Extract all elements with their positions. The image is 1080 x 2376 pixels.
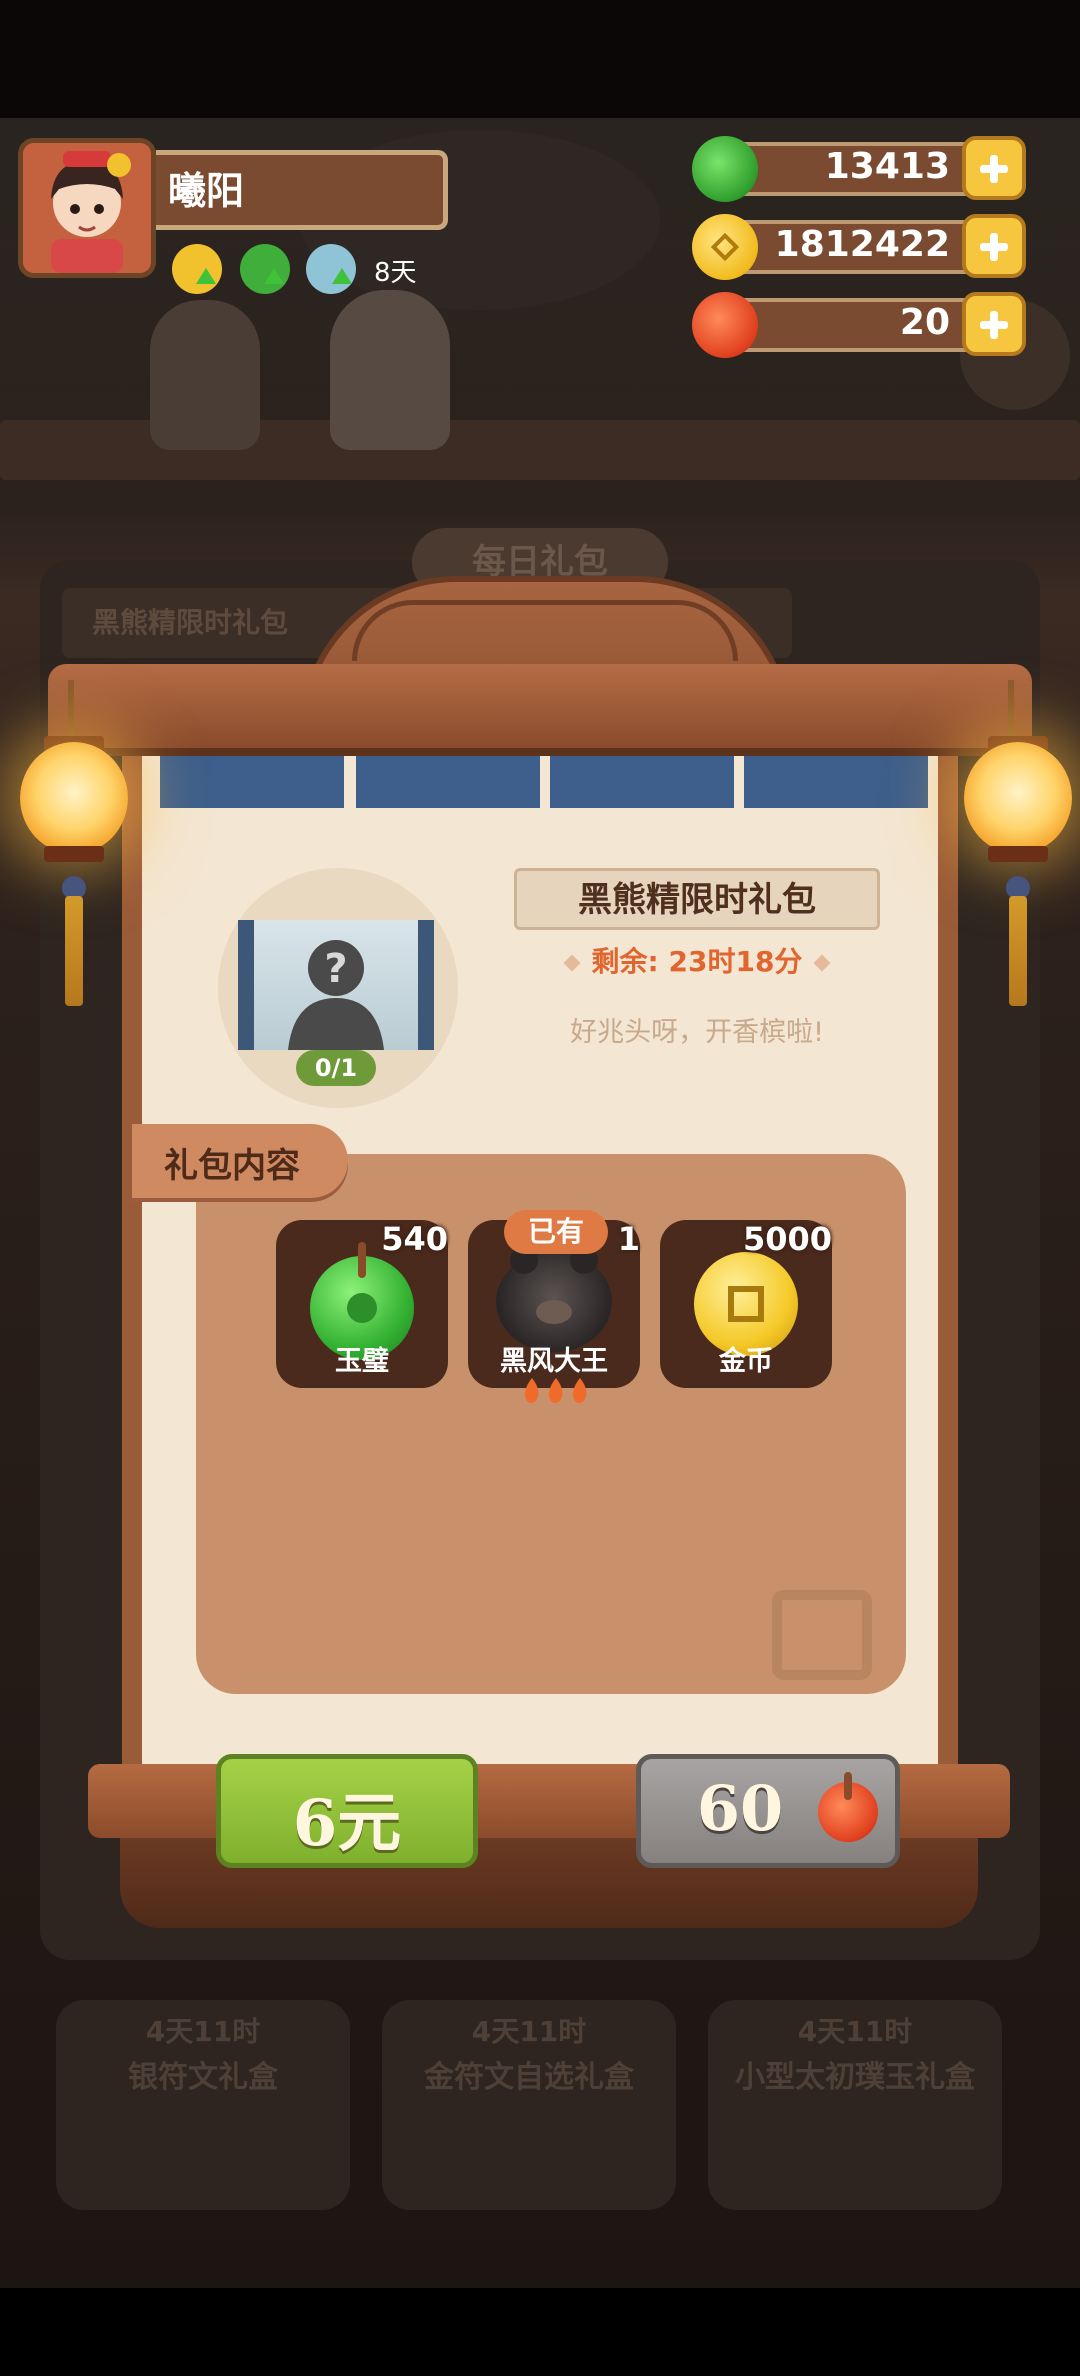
item-gold-coin[interactable]: 5000 金币 — [660, 1220, 832, 1388]
bg-shop-card: 4天11时 小型太初璞玉礼盒 — [708, 2000, 1002, 2210]
item-label: 黑风大王 — [500, 1346, 608, 1377]
diamond-icon — [813, 954, 831, 972]
lantern-cap — [988, 846, 1048, 862]
bg-card-name: 金符文自选礼盒 — [424, 2060, 634, 2095]
up-arrow-icon — [196, 268, 216, 284]
bg-card-name: 小型太初璞玉礼盒 — [735, 2060, 975, 2095]
panel-ornament — [772, 1590, 872, 1680]
bg-card-timer: 4天11时 — [471, 2015, 587, 2048]
add-gem-button[interactable] — [962, 292, 1026, 356]
player-name: 曦阳 — [168, 169, 245, 213]
black-bear-icon — [496, 1246, 612, 1352]
pack-title: 黑熊精限时礼包 — [578, 880, 816, 920]
item-count: 5000 — [742, 1220, 832, 1258]
bg-character — [150, 300, 260, 450]
item-label: 玉璧 — [335, 1346, 389, 1377]
diamond-icon — [563, 954, 581, 972]
jade-icon — [692, 136, 758, 202]
wooden-beam — [48, 664, 1032, 756]
bg-card-timer: 4天11时 — [797, 2015, 913, 2048]
flame-rating-icon — [520, 1376, 592, 1404]
item-count: 540 — [381, 1220, 448, 1258]
content-tab-label: 礼包内容 — [164, 1146, 300, 1186]
bg-shop-card: 4天11时 银符文礼盒 — [56, 2000, 350, 2210]
mystery-scroll-icon[interactable]: ? — [238, 920, 434, 1050]
add-jade-button[interactable] — [962, 136, 1026, 200]
add-coin-button[interactable] — [962, 214, 1026, 278]
remaining-time-text: 剩余: 23时18分 — [591, 945, 803, 978]
lantern-string — [1008, 680, 1014, 740]
bg-card-name: 银符文礼盒 — [128, 2060, 278, 2095]
arch-ornament — [352, 600, 738, 661]
gem-price: 60 — [696, 1772, 784, 1845]
lantern-icon — [20, 742, 128, 854]
lantern-string — [68, 680, 74, 740]
bg-card-timer: 4天11时 — [145, 2015, 261, 2048]
item-count: 1 — [617, 1220, 640, 1258]
lantern-icon — [964, 742, 1072, 854]
bg-shop-card: 4天11时 金符文自选礼盒 — [382, 2000, 676, 2210]
owned-badge: 已有 — [504, 1210, 608, 1254]
red-gem-icon — [692, 292, 758, 358]
item-jade[interactable]: 540 玉璧 — [276, 1220, 448, 1388]
remaining-time: 剩余: 23时18分 — [514, 940, 880, 980]
lantern-tassel — [65, 896, 83, 1006]
blue-curtain — [160, 756, 930, 808]
red-gem-icon — [818, 1772, 878, 1842]
fragment-progress: 0/1 — [296, 1050, 376, 1086]
lantern-tassel — [1009, 896, 1027, 1006]
player-avatar[interactable] — [18, 138, 156, 278]
bg-character — [330, 290, 450, 450]
item-label: 金币 — [719, 1346, 773, 1377]
up-arrow-icon — [264, 268, 284, 284]
cash-price: 6元 — [292, 1786, 402, 1861]
coin-icon — [692, 214, 758, 280]
days-count: 8天 — [374, 258, 417, 288]
bottom-bar — [0, 2288, 1080, 2376]
lantern-cap — [44, 846, 104, 862]
slogan-text: 好兆头呀，开香槟啦! — [570, 1017, 824, 1048]
svg-text:?: ? — [324, 946, 347, 992]
up-arrow-icon — [332, 268, 352, 284]
